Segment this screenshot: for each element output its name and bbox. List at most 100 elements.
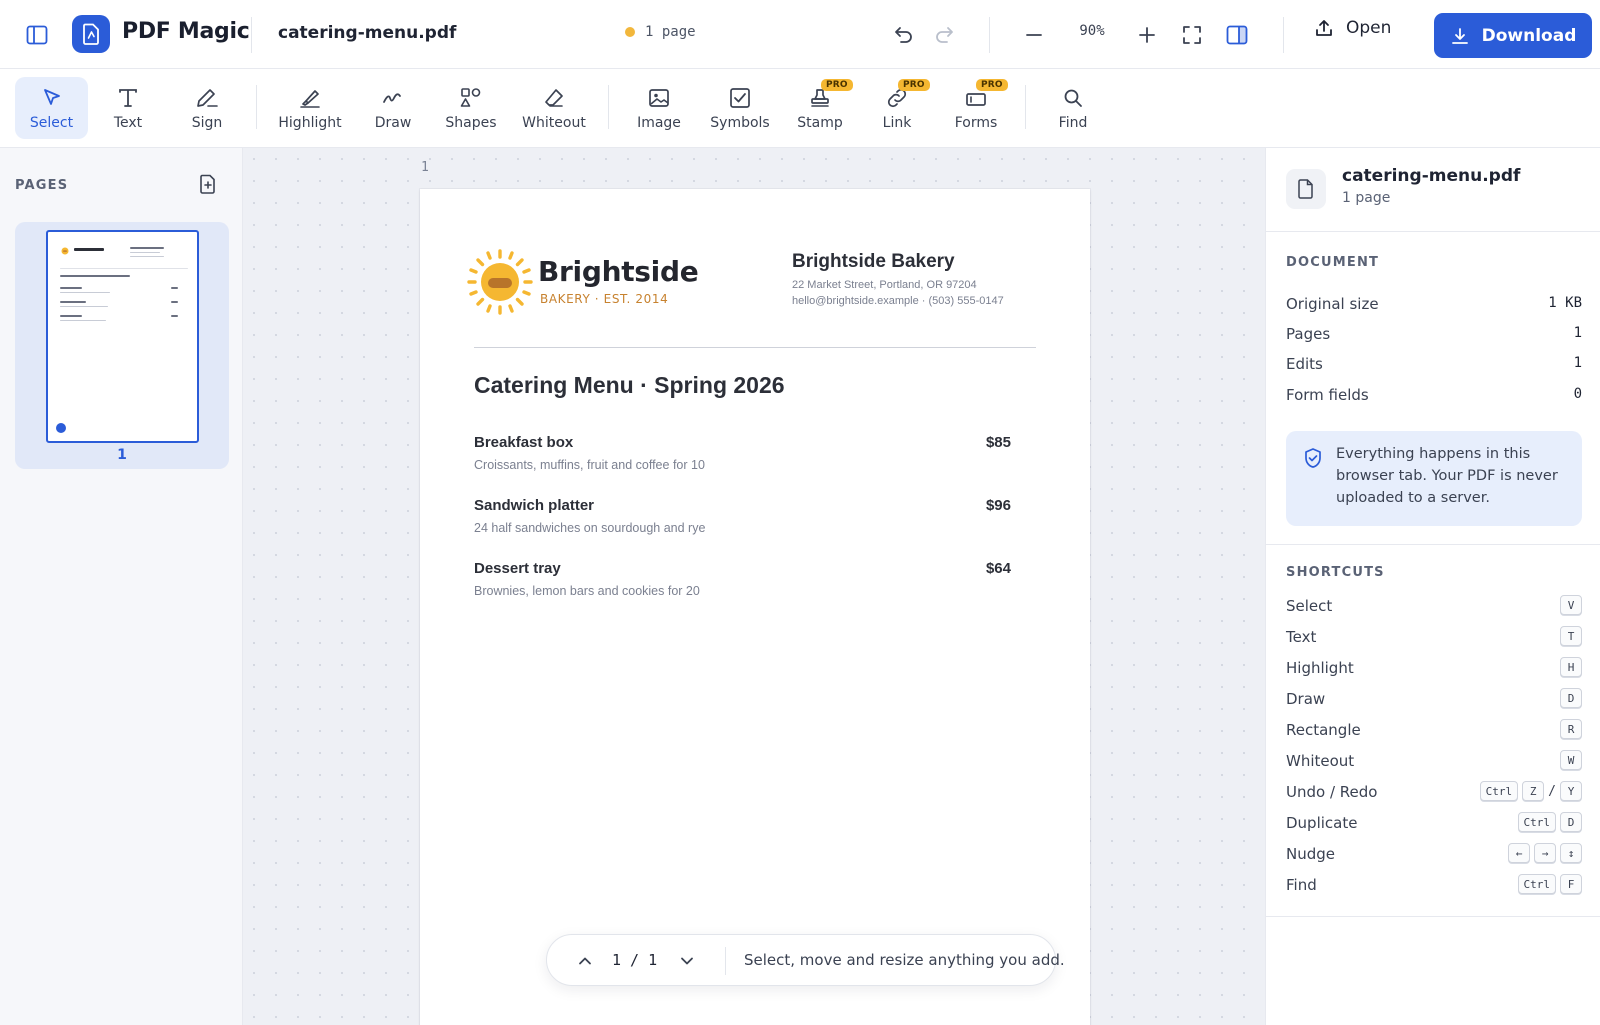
minus-icon	[1026, 34, 1042, 36]
file-icon	[1286, 169, 1326, 209]
text-icon	[115, 85, 141, 111]
menu-item-price: $85	[985, 434, 1011, 451]
tool-whiteout[interactable]: Whiteout	[518, 77, 590, 139]
shortcut-key: T	[1560, 626, 1582, 646]
status-dot	[625, 27, 635, 37]
info-file-name: catering-menu.pdf	[1342, 166, 1521, 186]
menu-item: Dessert tray Brownies, lemon bars and co…	[474, 560, 1011, 610]
brand-tagline: BAKERY · EST. 2014	[540, 292, 669, 306]
shortcut-label: Rectangle	[1286, 721, 1361, 739]
thumb-line	[60, 287, 82, 289]
tool-label: Shapes	[445, 115, 497, 131]
thumb-line	[60, 306, 108, 307]
zoom-level[interactable]: 90%	[1070, 23, 1114, 39]
add-page-button[interactable]	[196, 172, 220, 196]
tool-text[interactable]: Text	[98, 77, 158, 139]
shortcut-row: Find Ctrl F	[1286, 874, 1582, 898]
shortcut-key: H	[1560, 657, 1582, 677]
open-button[interactable]: Open	[1314, 18, 1391, 38]
page-thumbnail[interactable]	[46, 230, 199, 443]
plus-icon	[1139, 27, 1155, 43]
tool-label: Text	[113, 115, 143, 131]
shield-check-icon	[1305, 448, 1321, 468]
thumb-line	[130, 252, 160, 253]
tool-label: Whiteout	[522, 115, 586, 131]
thumb-line	[130, 247, 164, 249]
shortcut-key: Y	[1560, 781, 1582, 801]
shortcut-label: Select	[1286, 597, 1333, 615]
download-button[interactable]: Download	[1434, 13, 1592, 58]
zoom-in-button[interactable]	[1129, 17, 1165, 53]
thumb-line	[171, 315, 178, 317]
tool-label: Find	[1058, 115, 1088, 131]
next-page-button[interactable]	[673, 947, 701, 975]
stat-value: 1	[1573, 325, 1582, 341]
header-rule	[474, 347, 1036, 348]
page-status: 1 page	[625, 24, 696, 40]
shortcut-key: R	[1560, 719, 1582, 739]
menu-title: Catering Menu · Spring 2026	[474, 372, 785, 398]
shortcut-row: Rectangle R	[1286, 719, 1582, 743]
toolbar-divider	[608, 85, 609, 129]
shortcut-key: Ctrl	[1479, 781, 1519, 801]
zoom-out-button[interactable]	[1016, 17, 1052, 53]
shortcut-key: W	[1560, 750, 1582, 770]
tool-label: Stamp	[797, 115, 843, 131]
stat-label: Pages	[1286, 325, 1331, 343]
business-address: 22 Market Street, Portland, OR 97204	[792, 279, 977, 291]
pages-panel: PAGES 1	[0, 148, 243, 1025]
shortcut-row: Nudge ← → ↕	[1286, 843, 1582, 867]
shortcut-label: Draw	[1286, 690, 1326, 708]
privacy-note-text: Everything happens in this browser tab. …	[1336, 446, 1558, 506]
stat-label: Edits	[1286, 355, 1323, 373]
sidebar-toggle-icon[interactable]	[20, 20, 54, 50]
pdf-page[interactable]: Brightside BAKERY · EST. 2014 Brightside…	[420, 189, 1090, 1025]
document-canvas[interactable]: 1 Brightside BAKERY · EST. 2014 Brightsi…	[243, 148, 1265, 1025]
tool-sign[interactable]: Sign	[176, 77, 238, 139]
tool-select[interactable]: Select	[15, 77, 88, 139]
sun-logo-icon	[467, 249, 533, 315]
tool-draw[interactable]: Draw	[362, 77, 424, 139]
menu-item-price: $64	[985, 560, 1011, 577]
page-thumbnail-card[interactable]: 1	[15, 222, 229, 469]
undo-icon	[895, 27, 912, 43]
right-panel-icon	[1226, 25, 1248, 45]
fullscreen-icon	[1183, 26, 1201, 44]
fit-page-button[interactable]	[1174, 17, 1210, 53]
previous-page-button[interactable]	[571, 947, 599, 975]
tool-shapes[interactable]: Shapes	[437, 77, 505, 139]
thumb-line	[74, 248, 104, 251]
pro-badge: PRO	[976, 79, 1008, 91]
tool-image[interactable]: Image	[626, 77, 692, 139]
stat-row: Form fields 0	[1286, 386, 1582, 408]
menu-item-name: Dessert tray	[474, 560, 561, 577]
app-name: PDF Magic	[122, 19, 250, 44]
document-info-panel: catering-menu.pdf 1 page DOCUMENT Origin…	[1265, 148, 1600, 1025]
image-icon	[646, 85, 672, 111]
eraser-icon	[541, 85, 567, 111]
chevron-up-icon	[579, 957, 591, 965]
shortcut-key: →	[1534, 843, 1556, 863]
toggle-right-panel-button[interactable]	[1219, 17, 1255, 53]
redo-button[interactable]	[928, 17, 964, 53]
shortcut-separator: /	[1548, 783, 1556, 799]
shortcut-row: Draw D	[1286, 688, 1582, 712]
shapes-icon	[458, 85, 484, 111]
header-divider	[989, 17, 990, 53]
shortcut-label: Find	[1286, 876, 1317, 894]
tool-find[interactable]: Find	[1042, 77, 1104, 139]
file-summary: catering-menu.pdf 1 page	[1266, 148, 1600, 232]
shortcut-row: Whiteout W	[1286, 750, 1582, 774]
search-icon	[1060, 85, 1086, 111]
page-counter: 1 / 1	[612, 951, 658, 969]
pager-divider	[725, 947, 726, 975]
undo-button[interactable]	[884, 17, 920, 53]
header-divider	[1283, 17, 1284, 53]
menu-item-price: $96	[985, 497, 1011, 514]
tool-symbols[interactable]: Symbols	[706, 77, 774, 139]
file-title[interactable]: catering-menu.pdf	[278, 23, 456, 43]
tool-highlight[interactable]: Highlight	[272, 77, 348, 139]
thumb-line	[130, 256, 164, 257]
open-label: Open	[1346, 18, 1392, 38]
thumb-line	[60, 320, 106, 321]
